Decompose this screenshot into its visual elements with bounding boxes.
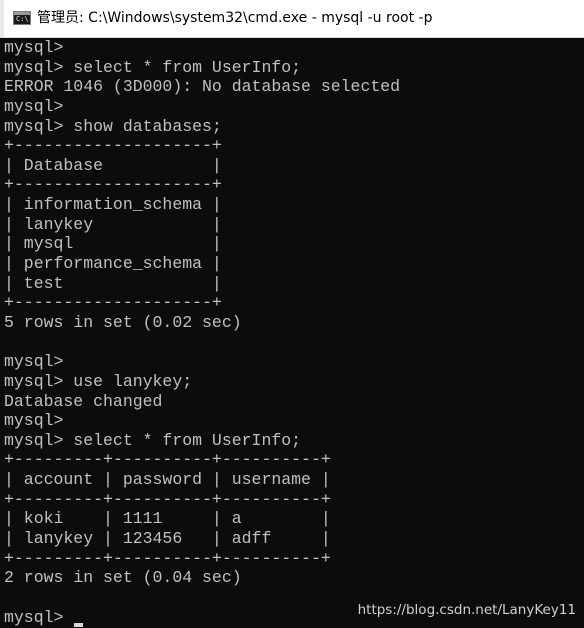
watermark: https://blog.csdn.net/LanyKey11 bbox=[357, 602, 576, 618]
console-line: 5 rows in set (0.02 sec) bbox=[4, 312, 242, 332]
console-window: C:\ 管理员: C:\Windows\system32\cmd.exe - m… bbox=[0, 0, 584, 628]
console-line: mysql> bbox=[4, 411, 64, 431]
cmd-icon[interactable]: C:\ bbox=[13, 11, 31, 25]
console-line: | performance_schema | bbox=[4, 254, 222, 274]
console-line: | information_schema | bbox=[4, 195, 222, 215]
console-line: +---------+----------+----------+ bbox=[4, 489, 331, 509]
console-prompt-line[interactable]: mysql> bbox=[4, 608, 400, 628]
console-lines: mysql> mysql> select * from UserInfo; ER… bbox=[4, 38, 400, 627]
console-line: +---------+----------+----------+ bbox=[4, 548, 331, 568]
console-line: +--------------------+ bbox=[4, 293, 222, 313]
console-line: mysql> select * from UserInfo; bbox=[4, 430, 302, 450]
console-output[interactable]: mysql> mysql> select * from UserInfo; ER… bbox=[0, 38, 584, 628]
console-line: | Database | bbox=[4, 155, 222, 175]
console-line: mysql> select * from UserInfo; bbox=[4, 57, 302, 77]
console-line: +--------------------+ bbox=[4, 175, 222, 195]
console-line: | test | bbox=[4, 273, 222, 293]
console-prompt: mysql> bbox=[4, 607, 74, 627]
console-line: mysql> bbox=[4, 38, 64, 57]
console-line: | mysql | bbox=[4, 234, 222, 254]
console-line: mysql> show databases; bbox=[4, 116, 222, 136]
window-edge bbox=[0, 0, 4, 37]
window-title: 管理员: C:\Windows\system32\cmd.exe - mysql… bbox=[37, 10, 433, 26]
console-line: mysql> bbox=[4, 96, 64, 116]
console-line: | lanykey | bbox=[4, 214, 222, 234]
cmd-icon-glyph: C:\ bbox=[16, 15, 29, 23]
console-line: mysql> bbox=[4, 352, 64, 372]
console-line: 2 rows in set (0.04 sec) bbox=[4, 568, 242, 588]
console-line: Database changed bbox=[4, 391, 163, 411]
console-line: | lanykey | 123456 | adff | bbox=[4, 529, 331, 549]
text-cursor bbox=[74, 622, 84, 627]
title-bar[interactable]: C:\ 管理员: C:\Windows\system32\cmd.exe - m… bbox=[0, 0, 584, 38]
console-line: | koki | 1111 | a | bbox=[4, 509, 331, 529]
console-line: +--------------------+ bbox=[4, 136, 222, 156]
console-line: | account | password | username | bbox=[4, 470, 331, 490]
console-line: mysql> use lanykey; bbox=[4, 371, 193, 391]
console-line: ERROR 1046 (3D000): No database selected bbox=[4, 77, 401, 97]
console-line: +---------+----------+----------+ bbox=[4, 450, 331, 470]
